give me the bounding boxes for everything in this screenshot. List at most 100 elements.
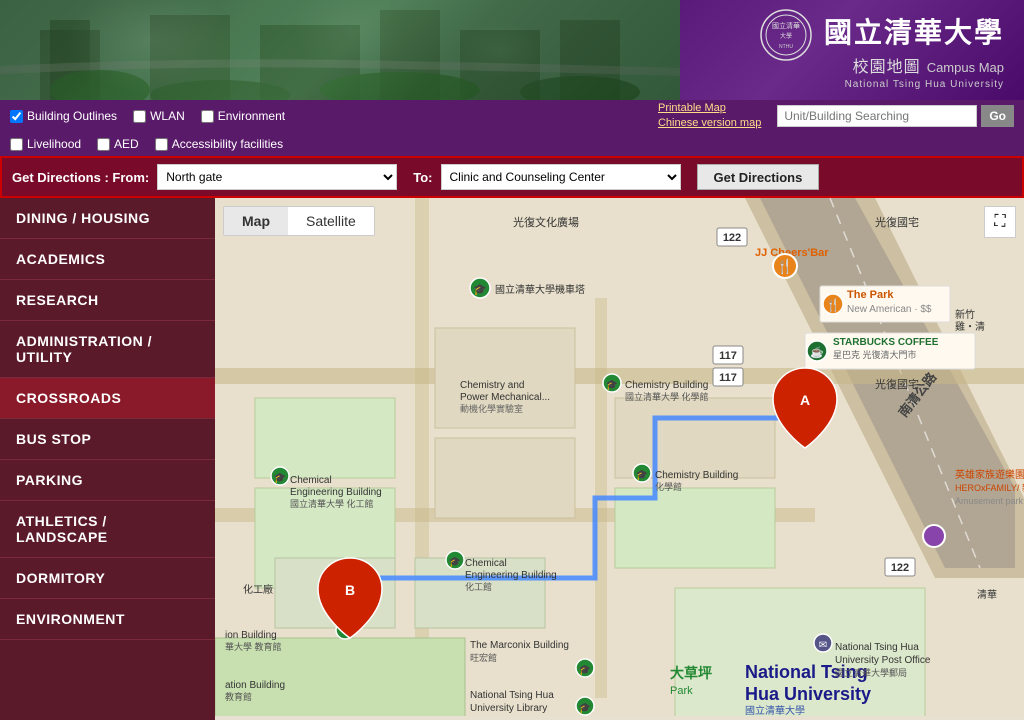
map-tabs: Map Satellite	[223, 206, 375, 236]
sidebar-item-dining-housing[interactable]: DINING / HOUSING	[0, 198, 215, 239]
fullscreen-button[interactable]: ⛶	[984, 206, 1016, 238]
checkbox-environment-label: Environment	[218, 109, 285, 123]
university-emblem: 國立清華 大學 NTHU	[759, 8, 814, 63]
checkbox-building-outlines-label: Building Outlines	[27, 109, 117, 123]
directions-bar: Get Directions : From: North gate South …	[0, 156, 1024, 198]
checkbox-accessibility[interactable]: Accessibility facilities	[155, 137, 283, 151]
svg-text:華大學 教育館: 華大學 教育館	[225, 641, 282, 652]
svg-text:NTHU: NTHU	[779, 44, 793, 50]
svg-text:星巴克 光復清大門市: 星巴克 光復清大門市	[833, 349, 917, 360]
environment-checkbox[interactable]	[201, 110, 214, 123]
map-canvas: 122 117 117 122 南清公路 光復文化廣場 JJ Cheers'Ba…	[215, 198, 1024, 716]
svg-text:光復國宅: 光復國宅	[875, 377, 919, 391]
svg-text:Power Mechanical...: Power Mechanical...	[460, 392, 550, 403]
svg-text:國立清華大學 化工館: 國立清華大學 化工館	[290, 498, 374, 509]
svg-text:University Post Office: University Post Office	[835, 655, 931, 666]
sidebar-item-parking[interactable]: PARKING	[0, 460, 215, 501]
svg-text:The Park: The Park	[847, 289, 894, 301]
svg-text:國立清華: 國立清華	[772, 21, 800, 30]
svg-text:Chemistry and: Chemistry and	[460, 380, 524, 391]
svg-text:New American · $$: New American · $$	[847, 304, 932, 315]
svg-text:🎓: 🎓	[579, 664, 591, 676]
sidebar-item-research[interactable]: RESEARCH	[0, 280, 215, 321]
svg-text:化學館: 化學館	[655, 481, 682, 492]
svg-text:HEROxFAMILY/ 新: HEROxFAMILY/ 新	[955, 482, 1024, 493]
building-outlines-checkbox[interactable]	[10, 110, 23, 123]
svg-text:🎓: 🎓	[473, 284, 487, 296]
svg-text:☕: ☕	[810, 345, 824, 359]
wlan-checkbox[interactable]	[133, 110, 146, 123]
map-tab-satellite[interactable]: Satellite	[288, 207, 374, 235]
main-layout: DINING / HOUSING ACADEMICS RESEARCH ADMI…	[0, 198, 1024, 720]
accessibility-checkbox[interactable]	[155, 138, 168, 151]
livelihood-checkbox[interactable]	[10, 138, 23, 151]
svg-text:National Tsing Hua: National Tsing Hua	[470, 690, 554, 701]
svg-text:光復文化廣場: 光復文化廣場	[513, 215, 579, 229]
checkbox-building-outlines[interactable]: Building Outlines	[10, 109, 117, 123]
toolbar-row2: Livelihood AED Accessibility facilities	[0, 132, 1024, 156]
sidebar-item-athletics[interactable]: ATHLETICS / LANDSCAPE	[0, 501, 215, 558]
svg-text:化工館: 化工館	[465, 581, 492, 592]
directions-to-label: To:	[413, 170, 432, 185]
svg-text:Chemistry Building: Chemistry Building	[625, 380, 708, 391]
svg-text:ion Building: ion Building	[225, 630, 277, 641]
unit-building-search-input[interactable]	[777, 105, 977, 127]
aed-checkbox[interactable]	[97, 138, 110, 151]
sidebar-item-crossroads[interactable]: CROSSROADS	[0, 378, 215, 419]
checkbox-aed-label: AED	[114, 137, 139, 151]
chinese-version-link[interactable]: Chinese version map	[658, 116, 761, 131]
sidebar-item-administration[interactable]: ADMINISTRATION / UTILITY	[0, 321, 215, 378]
sidebar-item-environment[interactable]: ENVIRONMENT	[0, 599, 215, 640]
svg-text:ation Building: ation Building	[225, 680, 285, 691]
svg-text:化工廠: 化工廠	[243, 583, 273, 596]
svg-text:A: A	[800, 392, 810, 408]
svg-text:清華: 清華	[977, 588, 997, 601]
checkbox-wlan[interactable]: WLAN	[133, 109, 185, 123]
fullscreen-icon: ⛶	[994, 213, 1005, 231]
toolbar-links: Printable Map Chinese version map	[658, 101, 761, 132]
svg-text:STARBUCKS COFFEE: STARBUCKS COFFEE	[833, 337, 939, 348]
search-go-button[interactable]: Go	[981, 105, 1014, 127]
svg-text:大草坪: 大草坪	[670, 665, 712, 681]
checkbox-aed[interactable]: AED	[97, 137, 139, 151]
campus-map-chinese: 校園地圖	[853, 53, 921, 77]
university-name-chinese: 國立清華大學	[824, 11, 1004, 51]
university-name-english: National Tsing Hua University	[845, 79, 1004, 90]
search-area: Go	[777, 105, 1014, 127]
sidebar-item-dormitory[interactable]: DORMITORY	[0, 558, 215, 599]
sidebar: DINING / HOUSING ACADEMICS RESEARCH ADMI…	[0, 198, 215, 720]
header: 國立清華 大學 NTHU 國立清華大學 校園地圖 Campus Map Nati…	[0, 0, 1024, 100]
svg-text:Chemistry Building: Chemistry Building	[655, 470, 738, 481]
svg-text:大學: 大學	[780, 32, 792, 40]
directions-to-select[interactable]: Clinic and Counseling Center Library Adm…	[441, 164, 681, 190]
svg-text:旺宏館: 旺宏館	[470, 652, 497, 663]
svg-text:117: 117	[719, 372, 737, 384]
svg-text:🎓: 🎓	[449, 556, 461, 568]
checkbox-wlan-label: WLAN	[150, 109, 185, 123]
sidebar-item-academics[interactable]: ACADEMICS	[0, 239, 215, 280]
sidebar-item-bus-stop[interactable]: BUS STOP	[0, 419, 215, 460]
campus-map-english: Campus Map	[927, 60, 1004, 75]
svg-text:Engineering Building: Engineering Building	[465, 570, 557, 581]
svg-text:117: 117	[719, 350, 737, 362]
checkbox-environment[interactable]: Environment	[201, 109, 285, 123]
svg-text:新竹: 新竹	[955, 308, 975, 321]
svg-text:國立清華大學 化學館: 國立清華大學 化學館	[625, 391, 709, 402]
svg-text:Chemical: Chemical	[465, 558, 507, 569]
svg-text:B: B	[345, 582, 355, 598]
svg-text:🎓: 🎓	[636, 469, 648, 481]
svg-text:🎓: 🎓	[579, 702, 591, 714]
svg-text:國立清華大學機車塔: 國立清華大學機車塔	[495, 283, 585, 296]
map-area[interactable]: Map Satellite ⛶	[215, 198, 1024, 720]
printable-map-link[interactable]: Printable Map	[658, 101, 761, 116]
get-directions-button[interactable]: Get Directions	[697, 164, 820, 190]
svg-text:Chemical: Chemical	[290, 475, 332, 486]
map-tab-map[interactable]: Map	[224, 207, 288, 235]
directions-from-select[interactable]: North gate South gate East gate West gat…	[157, 164, 397, 190]
svg-text:122: 122	[723, 232, 741, 244]
toolbar-row1: Building Outlines WLAN Environment Print…	[0, 100, 1024, 132]
svg-text:122: 122	[891, 562, 909, 574]
svg-text:🎓: 🎓	[274, 472, 286, 484]
checkbox-livelihood[interactable]: Livelihood	[10, 137, 81, 151]
svg-text:國立清華大學郵局: 國立清華大學郵局	[835, 667, 907, 678]
